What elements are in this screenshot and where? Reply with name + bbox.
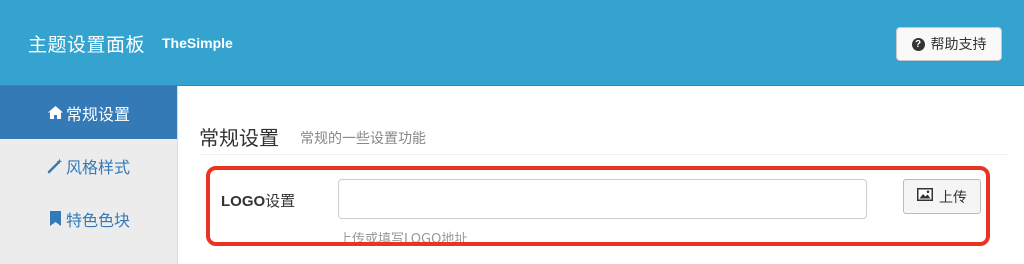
sidebar-item-general[interactable]: 常规设置 — [0, 86, 177, 139]
question-circle-icon: ? — [911, 37, 925, 51]
section-divider — [199, 154, 1007, 155]
panel-title: 主题设置面板 — [28, 34, 146, 56]
main-content: 常规设置 常规的一些设置功能 LOGO设置 上传或填写LOGO地址 上传 — [178, 86, 1024, 264]
theme-name: TheSimple — [162, 35, 233, 51]
logo-help-text: 上传或填写LOGO地址 — [339, 232, 468, 247]
logo-field-label: LOGO设置 — [221, 190, 295, 211]
sidebar-item-color-blocks[interactable]: 特色色块 — [0, 192, 177, 245]
home-icon — [47, 105, 63, 121]
help-support-button[interactable]: ? 帮助支持 — [896, 27, 1002, 61]
sidebar-item-label: 常规设置 — [66, 104, 131, 124]
image-icon — [917, 188, 933, 205]
magic-wand-icon — [47, 158, 63, 174]
theme-settings-panel: 主题设置面板 TheSimple ? 帮助支持 常规设置 风格样式 特色色块 常… — [0, 0, 1024, 264]
upload-button[interactable]: 上传 — [903, 179, 981, 214]
bookmark-icon — [47, 211, 63, 227]
sidebar: 常规设置 风格样式 特色色块 — [0, 86, 178, 264]
header-bar: 主题设置面板 TheSimple ? 帮助支持 — [0, 0, 1024, 86]
help-support-label: 帮助支持 — [930, 37, 987, 53]
logo-url-input[interactable] — [338, 179, 867, 219]
sidebar-item-label: 特色色块 — [66, 210, 131, 230]
section-title: 常规设置 — [199, 126, 279, 150]
sidebar-item-label: 风格样式 — [66, 157, 131, 177]
logo-label-prefix: LOGO — [221, 193, 266, 210]
sidebar-item-style[interactable]: 风格样式 — [0, 139, 177, 192]
upload-label: 上传 — [939, 189, 967, 206]
section-description: 常规的一些设置功能 — [300, 131, 426, 147]
logo-label-suffix: 设置 — [265, 193, 296, 210]
